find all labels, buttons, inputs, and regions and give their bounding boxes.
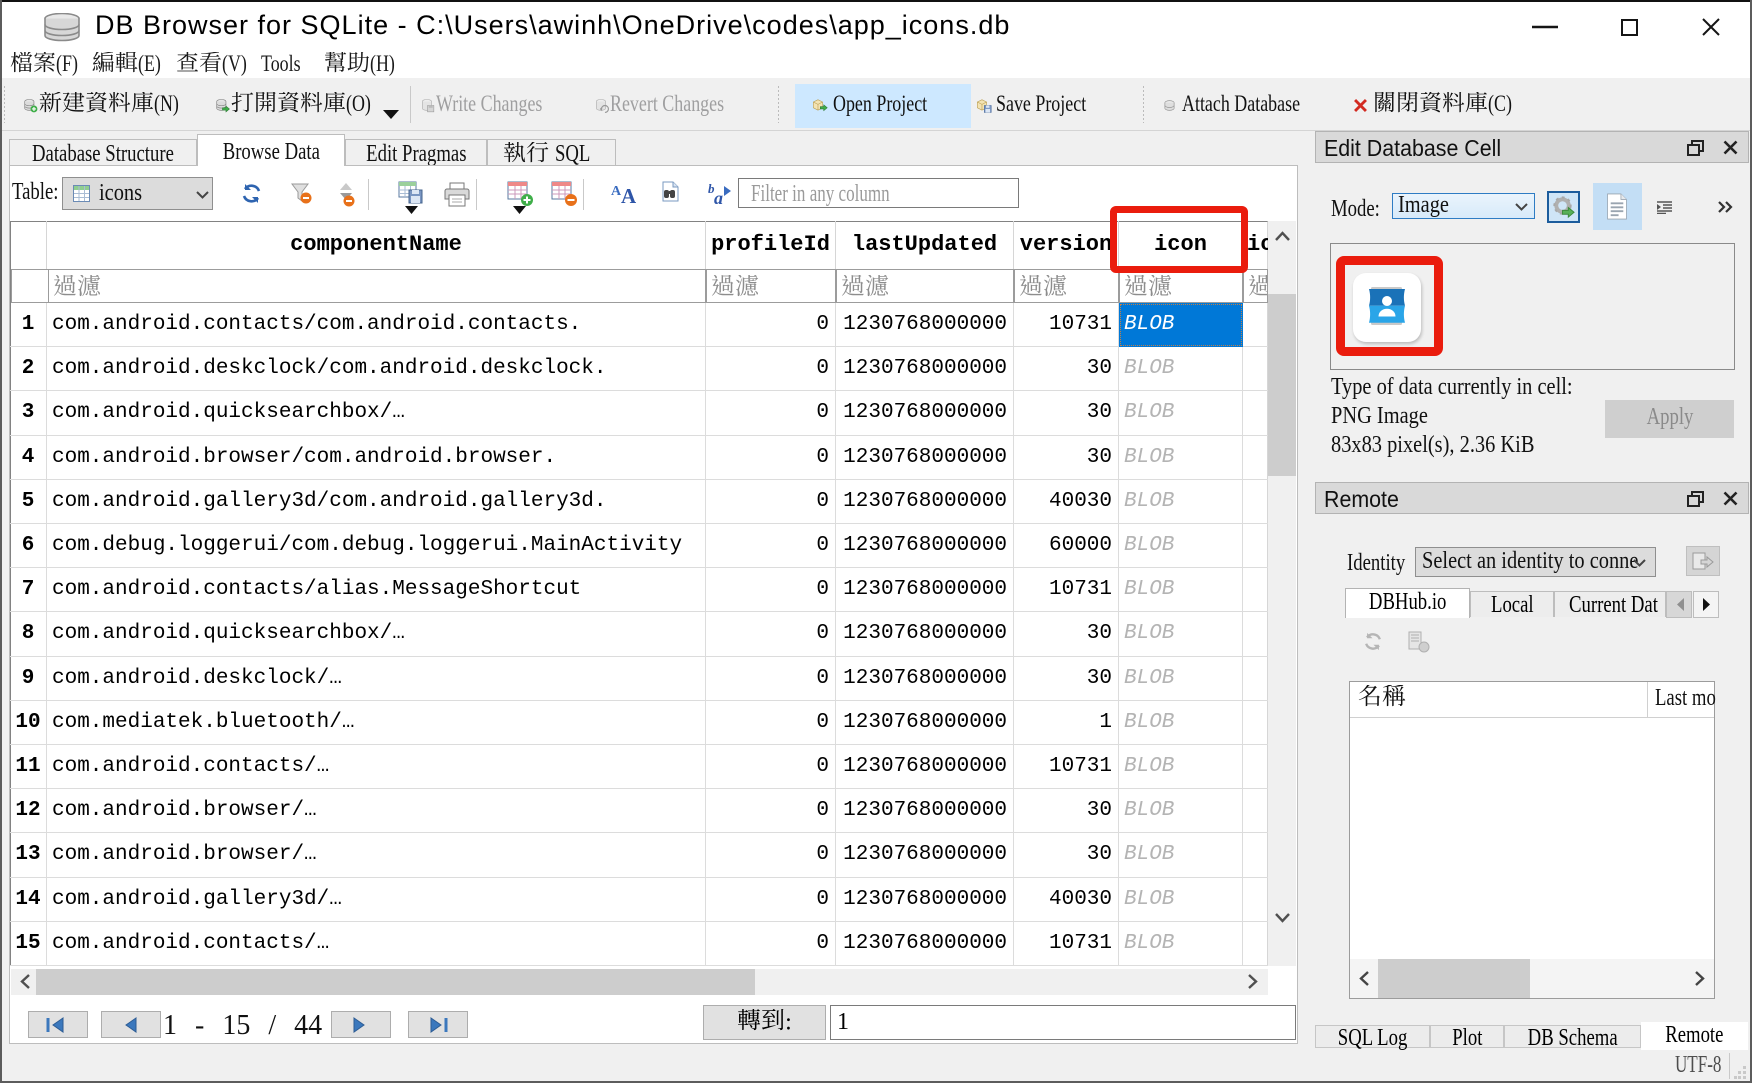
svg-text:a: a (714, 188, 723, 205)
svg-text:A: A (621, 184, 637, 204)
